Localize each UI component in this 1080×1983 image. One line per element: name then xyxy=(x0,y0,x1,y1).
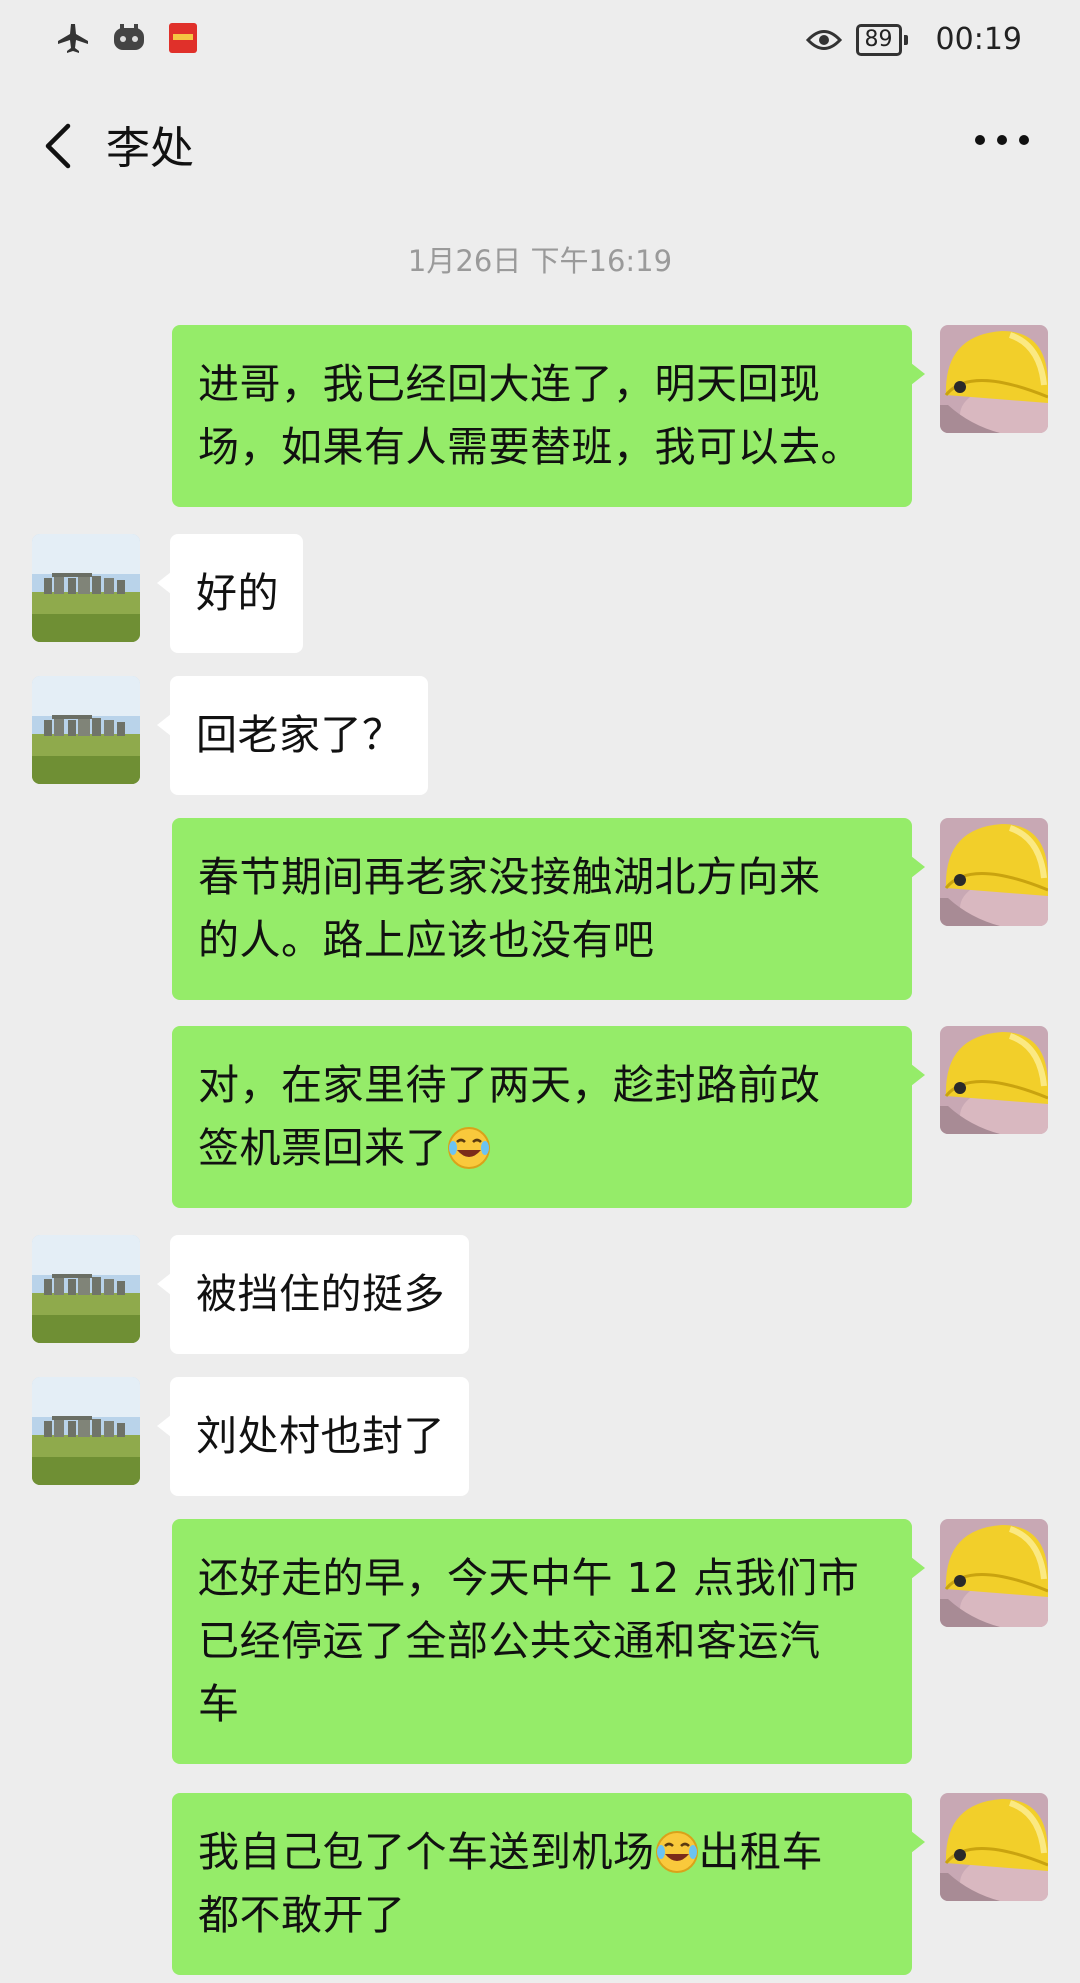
message-bubble-sent[interactable]: 对，在家里待了两天，趁封路前改 签机票回来了 xyxy=(172,1026,925,1208)
message-bubble-received[interactable]: 刘处村也封了 xyxy=(157,1377,469,1496)
battery-indicator: 89 xyxy=(855,23,908,56)
app-notification-icon xyxy=(114,24,144,50)
message-bubble-sent[interactable]: 进哥，我已经回大连了，明天回现 场，如果有人需要替班，我可以去。 xyxy=(172,325,925,507)
tears-of-joy-emoji-icon xyxy=(655,1830,698,1874)
tears-of-joy-emoji-icon xyxy=(447,1126,491,1170)
self-avatar[interactable] xyxy=(940,1026,1048,1134)
self-avatar[interactable] xyxy=(940,818,1048,926)
clock: 00:19 xyxy=(935,22,1022,57)
message-bubble-received[interactable]: 被挡住的挺多 xyxy=(157,1235,469,1354)
airplane-icon xyxy=(58,24,88,53)
contact-avatar[interactable] xyxy=(32,676,140,784)
self-avatar[interactable] xyxy=(940,1793,1048,1901)
red-envelope-icon xyxy=(169,23,197,53)
back-arrow-icon[interactable] xyxy=(38,122,82,170)
message-timestamp: 1月26日 下午16:19 xyxy=(407,244,673,278)
more-options-icon[interactable] xyxy=(972,120,1032,160)
self-avatar[interactable] xyxy=(940,1519,1048,1627)
message-bubble-received[interactable]: 回老家了？ xyxy=(157,676,428,795)
message-bubble-sent[interactable]: 还好走的早，今天中午 12 点我们市 已经停运了全部公共交通和客运汽车 xyxy=(172,1519,925,1764)
message-bubble-sent[interactable]: 春节期间再老家没接触湖北方向来 的人。路上应该也没有吧 xyxy=(172,818,925,1000)
chat-header: 李处 xyxy=(0,90,1080,202)
eye-comfort-icon xyxy=(805,29,842,50)
status-bar: 89 00:19 xyxy=(0,0,1080,82)
message-bubble-sent[interactable]: 我自己包了个车送到机场 出租车 都不敢开了 xyxy=(172,1793,925,1975)
chat-title: 李处 xyxy=(106,123,194,174)
contact-avatar[interactable] xyxy=(32,534,140,642)
contact-avatar[interactable] xyxy=(32,1235,140,1343)
message-bubble-received[interactable]: 好的 xyxy=(157,534,303,653)
self-avatar[interactable] xyxy=(940,325,1048,433)
contact-avatar[interactable] xyxy=(32,1377,140,1485)
